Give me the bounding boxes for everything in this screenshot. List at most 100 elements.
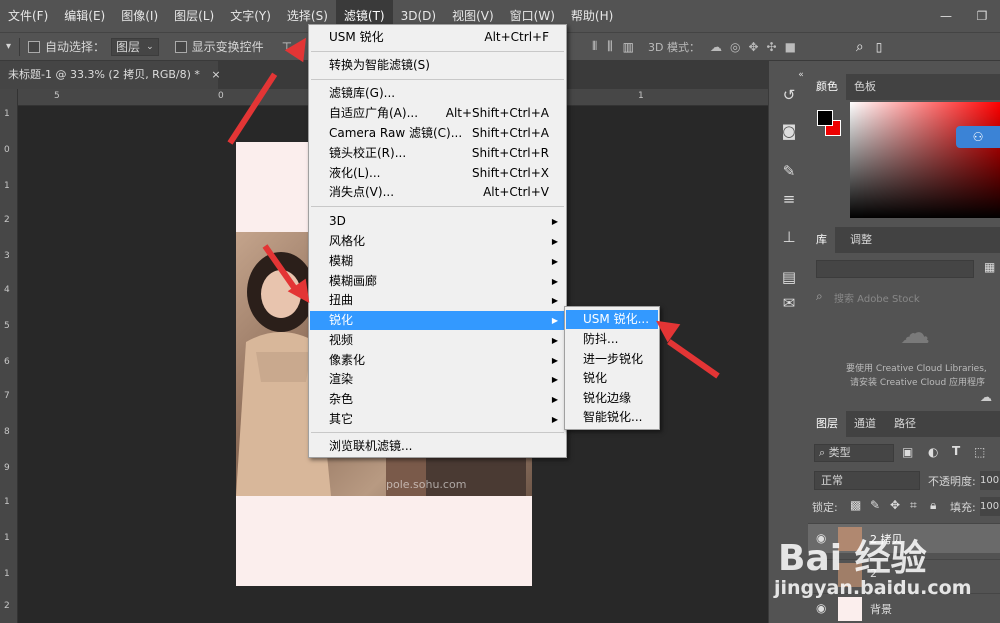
cloud-sync-icon[interactable]: ☁	[980, 390, 992, 404]
lock-pixels-icon[interactable]: ✎	[870, 498, 880, 512]
tool-preset-icon[interactable]: ▾	[6, 41, 11, 52]
menu-item-noise[interactable]: 杂色 ▶	[310, 390, 565, 409]
menu-item-pixelate[interactable]: 像素化 ▶	[310, 351, 565, 370]
lock-transparent-icon[interactable]: ▩	[850, 498, 861, 512]
fill-label: 填充:	[950, 501, 976, 514]
menu-item-label: 滤镜库(G)...	[329, 86, 396, 100]
menu-item-label: 像素化	[329, 353, 366, 367]
show-transform-checkbox[interactable]	[174, 40, 187, 53]
library-dropdown[interactable]	[816, 260, 974, 278]
properties-icon[interactable]: ◙	[779, 121, 799, 141]
menu-item-filter-gallery[interactable]: 滤镜库(G)...	[310, 84, 565, 103]
menu-item-vanishing-point[interactable]: 消失点(V)... Alt+Ctrl+V	[310, 183, 565, 202]
auto-select-dropdown[interactable]: 图层 ⌄	[111, 37, 159, 56]
ruler-tick: 8	[4, 427, 10, 437]
workspace-icon[interactable]: ▯	[876, 40, 883, 54]
menu-help[interactable]: 帮助(H)	[563, 0, 621, 32]
distribute-h-icon[interactable]: ⫼	[607, 39, 613, 54]
paragraph-icon[interactable]: ▤	[779, 267, 799, 287]
submenu-arrow-icon: ▶	[551, 257, 558, 266]
lock-artboard-icon[interactable]: ⌗	[910, 498, 917, 513]
rotate-3d-icon[interactable]: ☁	[710, 40, 722, 54]
fill-input[interactable]: 100	[980, 497, 1000, 516]
submenu-item-smart-sharpen[interactable]: 智能锐化...	[566, 408, 658, 427]
grid-view-icon[interactable]: ▦	[984, 260, 1000, 278]
menu-type[interactable]: 文字(Y)	[222, 0, 279, 32]
document-tab[interactable]: 未标题-1 @ 33.3% (2 拷贝, RGB/8) * ×	[0, 61, 221, 89]
tab-channels[interactable]: 通道	[846, 411, 884, 437]
notes-icon[interactable]: ✉	[779, 293, 799, 313]
search-icon[interactable]: ⌕	[856, 39, 864, 55]
menu-item-browse-online[interactable]: 浏览联机滤镜...	[310, 437, 565, 456]
menu-item-last-filter[interactable]: USM 锐化 Alt+Ctrl+F	[310, 28, 565, 47]
menu-item-blur-gallery[interactable]: 模糊画廊 ▶	[310, 272, 565, 291]
menu-item-convert-smart[interactable]: 转换为智能滤镜(S)	[310, 56, 565, 75]
tab-paths[interactable]: 路径	[886, 411, 924, 437]
clone-source-icon[interactable]: ⊥	[779, 227, 799, 247]
menu-item-camera-raw[interactable]: Camera Raw 滤镜(C)... Shift+Ctrl+A	[310, 124, 565, 143]
close-icon[interactable]: ×	[211, 68, 220, 81]
color-picker-field[interactable]	[850, 102, 1000, 218]
tab-color[interactable]: 颜色	[808, 74, 846, 100]
tab-layers[interactable]: 图层	[808, 411, 846, 437]
foreground-color-swatch[interactable]	[817, 110, 833, 126]
type-filter-icon[interactable]: T	[952, 444, 960, 458]
baidu-float-icon[interactable]: ⚇	[956, 126, 1000, 148]
menu-image[interactable]: 图像(I)	[113, 0, 166, 32]
shape-filter-icon[interactable]: ⬚	[974, 445, 985, 459]
pixel-filter-icon[interactable]: ▣	[902, 445, 913, 459]
menu-item-blur[interactable]: 模糊 ▶	[310, 252, 565, 271]
auto-align-icon[interactable]: ▥	[623, 40, 634, 54]
menu-separator	[311, 432, 564, 433]
restore-icon[interactable]: ❐	[964, 0, 1000, 32]
menu-item-lens-correction[interactable]: 镜头校正(R)... Shift+Ctrl+R	[310, 144, 565, 163]
menu-item-render[interactable]: 渲染 ▶	[310, 370, 565, 389]
menu-item-other[interactable]: 其它 ▶	[310, 410, 565, 429]
menu-layer[interactable]: 图层(L)	[166, 0, 222, 32]
ruler-tick: 5	[4, 321, 10, 331]
menu-file[interactable]: 文件(F)	[0, 0, 56, 32]
ruler-tick: 3	[4, 251, 10, 261]
drag-3d-icon[interactable]: ✥	[748, 40, 758, 54]
watermark-brand: Bai 经验	[778, 538, 927, 579]
menu-item-stylize[interactable]: 风格化 ▶	[310, 232, 565, 251]
tab-swatches[interactable]: 色板	[846, 74, 884, 100]
slide-3d-icon[interactable]: ✣	[767, 40, 777, 54]
sliders-icon[interactable]: ≡	[779, 189, 799, 209]
auto-select-checkbox[interactable]	[28, 40, 41, 53]
ruler-tick: 1	[638, 91, 644, 101]
scale-3d-icon[interactable]: ■	[785, 40, 796, 54]
brush-icon[interactable]: ✎	[779, 161, 799, 181]
lock-all-icon[interactable]: 🔒︎	[930, 498, 936, 513]
layer-filter-kind: 类型	[828, 446, 851, 459]
menu-item-label: 扭曲	[329, 293, 354, 307]
minimize-icon[interactable]: —	[928, 0, 964, 32]
lock-position-icon[interactable]: ✥	[890, 498, 900, 512]
blend-mode-dropdown[interactable]: 正常	[814, 471, 920, 490]
menu-item-liquify[interactable]: 液化(L)... Shift+Ctrl+X	[310, 164, 565, 183]
submenu-item-unsharp-mask[interactable]: USM 锐化...	[566, 310, 658, 329]
menu-item-3d[interactable]: 3D ▶	[310, 212, 565, 231]
ruler-tick: 6	[4, 357, 10, 367]
menu-item-distort[interactable]: 扭曲 ▶	[310, 291, 565, 310]
opacity-input[interactable]: 100	[980, 471, 1000, 490]
menu-item-video[interactable]: 视频 ▶	[310, 331, 565, 350]
submenu-item-sharpen[interactable]: 锐化	[566, 369, 658, 388]
library-search-input[interactable]: 搜索 Adobe Stock	[834, 290, 920, 305]
submenu-item-sharpen-edges[interactable]: 锐化边缘	[566, 389, 658, 408]
tab-adjustments[interactable]: 调整	[842, 227, 880, 253]
menu-item-label: 自适应广角(A)...	[329, 106, 419, 120]
submenu-item-sharpen-more[interactable]: 进一步锐化	[566, 350, 658, 369]
menu-edit[interactable]: 编辑(E)	[56, 0, 113, 32]
roll-3d-icon[interactable]: ◎	[730, 40, 740, 54]
distribute-icon[interactable]: ⫴	[592, 39, 597, 54]
adjust-filter-icon[interactable]: ◐	[928, 445, 938, 459]
tab-libraries[interactable]: 库	[808, 227, 835, 253]
menu-item-adaptive-wide[interactable]: 自适应广角(A)... Alt+Shift+Ctrl+A	[310, 104, 565, 123]
ruler-tick: 1	[4, 533, 10, 543]
history-icon[interactable]: ↺	[779, 85, 799, 105]
menu-item-sharpen[interactable]: 锐化 ▶	[310, 311, 565, 330]
layer-filter-dropdown[interactable]: ⌕ 类型	[814, 444, 894, 462]
ruler-tick: 0	[4, 145, 10, 155]
submenu-item-shake-reduction[interactable]: 防抖...	[566, 330, 658, 349]
